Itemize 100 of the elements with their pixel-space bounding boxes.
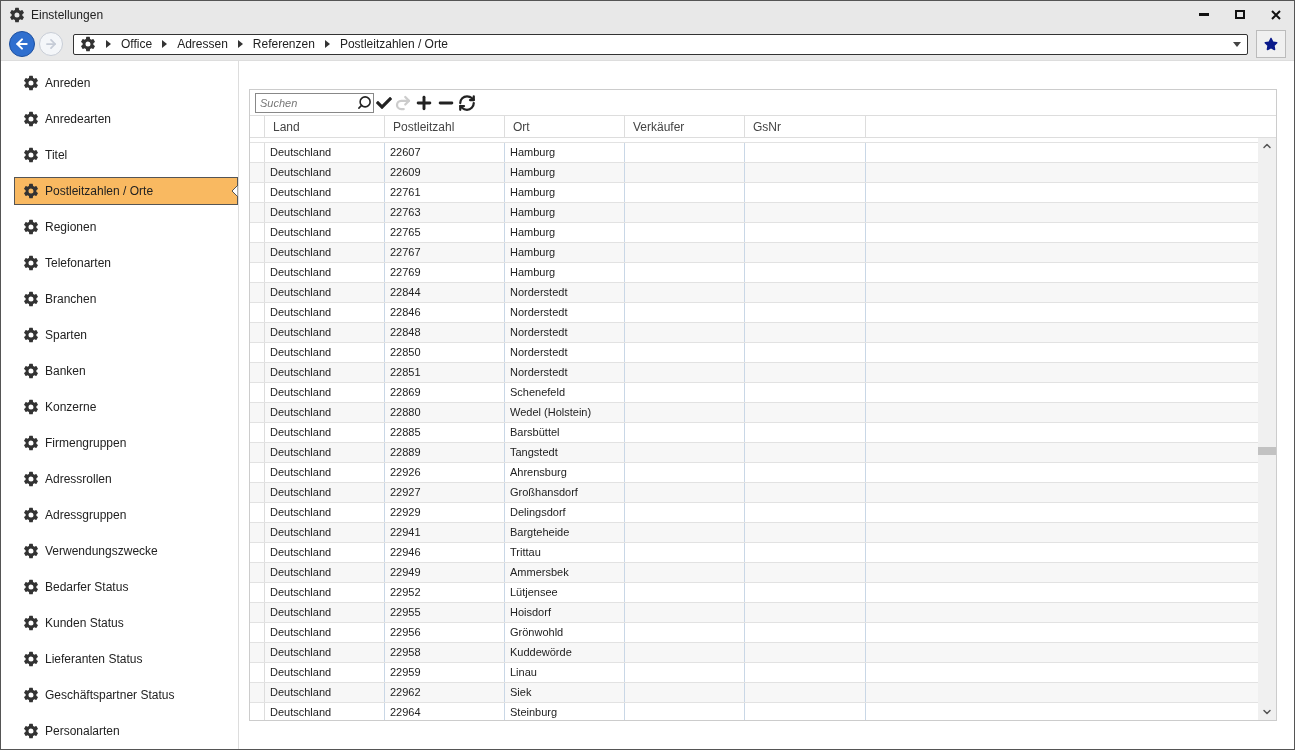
table-cell-text: Deutschland bbox=[270, 645, 332, 661]
sidebar-item[interactable]: Bedarfer Status bbox=[14, 573, 238, 601]
caret-icon bbox=[162, 40, 168, 48]
table-cell-text: Hamburg bbox=[510, 205, 556, 221]
gear-icon bbox=[23, 687, 39, 703]
sidebar-item[interactable]: Lieferanten Status bbox=[14, 645, 238, 673]
sidebar-item[interactable]: Verwendungszwecke bbox=[14, 537, 238, 565]
table-cell-text: Kuddewörde bbox=[510, 645, 572, 661]
table-cell-text: 22962 bbox=[390, 685, 421, 701]
table-cell-text: Hamburg bbox=[510, 145, 556, 161]
sidebar-item[interactable]: Adressgruppen bbox=[14, 501, 238, 529]
table-cell-text: Lütjensee bbox=[510, 585, 558, 601]
sidebar-item[interactable]: Geschäftspartner Status bbox=[14, 681, 238, 709]
breadcrumb-item[interactable]: Postleitzahlen / Orte bbox=[339, 35, 448, 53]
table-cell-text: 22952 bbox=[390, 585, 421, 601]
table-cell-text: 22869 bbox=[390, 385, 421, 401]
sidebar-item[interactable]: Regionen bbox=[14, 213, 238, 241]
table-cell-text: Delingsdorf bbox=[510, 505, 566, 521]
window-title: Einstellungen bbox=[31, 6, 104, 24]
caret-icon bbox=[106, 40, 111, 48]
sidebar-item[interactable]: Anreden bbox=[14, 69, 238, 97]
table-cell-text: 22941 bbox=[390, 525, 421, 541]
table-cell-text: Ammersbek bbox=[510, 565, 569, 581]
gear-icon bbox=[23, 219, 39, 235]
search-field[interactable]: Suchen bbox=[255, 92, 374, 113]
gear-icon bbox=[23, 183, 39, 199]
table-cell-text: 22848 bbox=[390, 325, 421, 341]
sidebar-item[interactable]: Konzerne bbox=[14, 393, 238, 421]
refresh-icon[interactable] bbox=[458, 93, 476, 112]
check-icon[interactable] bbox=[376, 94, 392, 111]
favorite-button[interactable] bbox=[1256, 30, 1286, 58]
table-cell-text: Deutschland bbox=[270, 485, 332, 501]
sidebar-item[interactable]: Telefonarten bbox=[14, 249, 238, 277]
back-button[interactable] bbox=[9, 31, 35, 57]
sidebar-item[interactable]: Kunden Status bbox=[14, 609, 238, 637]
table-cell-text: Deutschland bbox=[270, 685, 332, 701]
table-cell-text: Hamburg bbox=[510, 185, 556, 201]
table-cell-text: 22949 bbox=[390, 565, 421, 581]
sidebar-item[interactable]: Anredearten bbox=[14, 105, 238, 133]
sidebar-item[interactable]: Adressrollen bbox=[14, 465, 238, 493]
gear-icon bbox=[23, 255, 39, 271]
sidebar-item[interactable]: Branchen bbox=[14, 285, 238, 313]
column-header[interactable]: GsNr bbox=[745, 116, 866, 137]
sidebar-item[interactable]: Banken bbox=[14, 357, 238, 385]
table-cell-text: 22761 bbox=[390, 185, 421, 201]
table-cell-text: 22769 bbox=[390, 265, 421, 281]
breadcrumb-item[interactable]: Office bbox=[121, 35, 153, 53]
table-cell-text: Deutschland bbox=[270, 265, 332, 281]
table-cell-text: Norderstedt bbox=[510, 345, 568, 361]
table-cell-text: 22956 bbox=[390, 625, 421, 641]
gear-icon bbox=[23, 399, 39, 415]
gear-icon bbox=[23, 615, 39, 631]
gear-icon bbox=[23, 327, 39, 343]
gear-icon bbox=[23, 111, 39, 127]
breadcrumb-item[interactable]: Adressen bbox=[177, 35, 228, 53]
table-cell-text: Deutschland bbox=[270, 225, 332, 241]
caret-icon bbox=[237, 40, 243, 48]
table-cell-text: 22765 bbox=[390, 225, 421, 241]
gear-icon bbox=[80, 36, 96, 52]
scrollbar-thumb[interactable] bbox=[1258, 447, 1276, 455]
table-cell-text: 22964 bbox=[390, 705, 421, 720]
column-header[interactable]: Land bbox=[265, 116, 385, 137]
table-cell-text: Hamburg bbox=[510, 165, 556, 181]
sidebar-item[interactable]: Postleitzahlen / Orte bbox=[14, 177, 238, 205]
table-cell-text: Deutschland bbox=[270, 385, 332, 401]
table-cell-text: Barsbüttel bbox=[510, 425, 560, 441]
table-cell-text: Hamburg bbox=[510, 245, 556, 261]
table-cell-text: Norderstedt bbox=[510, 365, 568, 381]
vertical-scrollbar[interactable] bbox=[1258, 138, 1276, 720]
sidebar-item[interactable]: Titel bbox=[14, 141, 238, 169]
table-cell-text: Deutschland bbox=[270, 305, 332, 321]
minimize-icon bbox=[1199, 13, 1209, 16]
table-cell-text: Norderstedt bbox=[510, 325, 568, 341]
table-cell-text: Deutschland bbox=[270, 665, 332, 681]
breadcrumb-bar[interactable]: Office Adressen Referenzen Postleitzahlen / Orte bbox=[73, 33, 1248, 55]
column-header[interactable]: Verkäufer bbox=[625, 116, 745, 137]
sidebar-item[interactable]: Sparten bbox=[14, 321, 238, 349]
sidebar-item[interactable]: Firmengruppen bbox=[14, 429, 238, 457]
caret-icon bbox=[324, 40, 330, 48]
sidebar-item[interactable]: Personalarten bbox=[14, 717, 238, 745]
breadcrumb-item[interactable]: Referenzen bbox=[252, 35, 315, 53]
table-cell-text: Deutschland bbox=[270, 325, 332, 341]
gear-icon bbox=[23, 363, 39, 379]
column-header[interactable]: Ort bbox=[505, 116, 625, 137]
gear-icon bbox=[23, 543, 39, 559]
table-cell-text: Hamburg bbox=[510, 265, 556, 281]
table-cell-text: Deutschland bbox=[270, 605, 332, 621]
table-cell-text: 22850 bbox=[390, 345, 421, 361]
table-cell-text: Hoisdorf bbox=[510, 605, 551, 621]
table-cell-text: Deutschland bbox=[270, 585, 332, 601]
table-cell-text: 22955 bbox=[390, 605, 421, 621]
table-cell-text: Deutschland bbox=[270, 205, 332, 221]
forward-arrow-icon bbox=[44, 37, 58, 51]
table-cell-text: 22609 bbox=[390, 165, 421, 181]
table-cell-text: Deutschland bbox=[270, 165, 332, 181]
table-cell-text: Linau bbox=[510, 665, 537, 681]
table-cell-text: Trittau bbox=[510, 545, 541, 561]
table-cell-text: 22958 bbox=[390, 645, 421, 661]
column-header[interactable]: Postleitzahl bbox=[385, 116, 505, 137]
table-cell-text: 22927 bbox=[390, 485, 421, 501]
